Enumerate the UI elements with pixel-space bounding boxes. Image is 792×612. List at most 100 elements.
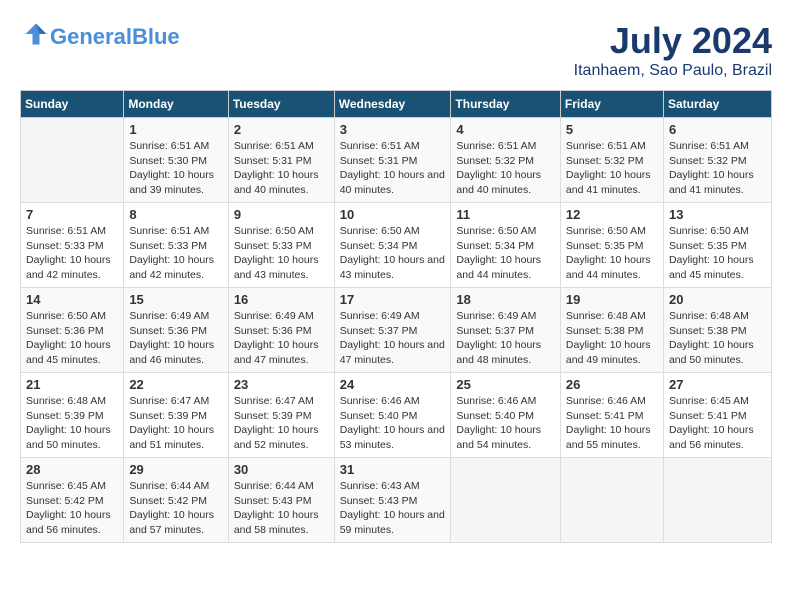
day-number: 12 bbox=[566, 207, 658, 222]
calendar-cell: 22 Sunrise: 6:47 AMSunset: 5:39 PMDaylig… bbox=[124, 373, 228, 458]
day-info: Sunrise: 6:51 AMSunset: 5:33 PMDaylight:… bbox=[129, 225, 214, 281]
day-info: Sunrise: 6:51 AMSunset: 5:33 PMDaylight:… bbox=[26, 225, 111, 281]
day-number: 9 bbox=[234, 207, 329, 222]
day-info: Sunrise: 6:47 AMSunset: 5:39 PMDaylight:… bbox=[234, 395, 319, 451]
calendar-cell: 16 Sunrise: 6:49 AMSunset: 5:36 PMDaylig… bbox=[228, 288, 334, 373]
calendar-cell bbox=[663, 458, 771, 543]
calendar-cell: 7 Sunrise: 6:51 AMSunset: 5:33 PMDayligh… bbox=[21, 203, 124, 288]
day-number: 3 bbox=[340, 122, 446, 137]
calendar-week-row: 7 Sunrise: 6:51 AMSunset: 5:33 PMDayligh… bbox=[21, 203, 772, 288]
calendar-cell: 12 Sunrise: 6:50 AMSunset: 5:35 PMDaylig… bbox=[560, 203, 663, 288]
calendar-week-row: 14 Sunrise: 6:50 AMSunset: 5:36 PMDaylig… bbox=[21, 288, 772, 373]
calendar-cell: 19 Sunrise: 6:48 AMSunset: 5:38 PMDaylig… bbox=[560, 288, 663, 373]
day-info: Sunrise: 6:50 AMSunset: 5:36 PMDaylight:… bbox=[26, 310, 111, 366]
calendar-cell bbox=[21, 118, 124, 203]
calendar-cell bbox=[560, 458, 663, 543]
calendar-cell: 31 Sunrise: 6:43 AMSunset: 5:43 PMDaylig… bbox=[334, 458, 451, 543]
day-number: 14 bbox=[26, 292, 118, 307]
calendar-cell: 11 Sunrise: 6:50 AMSunset: 5:34 PMDaylig… bbox=[451, 203, 561, 288]
calendar-cell: 10 Sunrise: 6:50 AMSunset: 5:34 PMDaylig… bbox=[334, 203, 451, 288]
calendar-cell: 5 Sunrise: 6:51 AMSunset: 5:32 PMDayligh… bbox=[560, 118, 663, 203]
calendar-cell: 20 Sunrise: 6:48 AMSunset: 5:38 PMDaylig… bbox=[663, 288, 771, 373]
day-info: Sunrise: 6:51 AMSunset: 5:31 PMDaylight:… bbox=[234, 140, 319, 196]
calendar-cell: 2 Sunrise: 6:51 AMSunset: 5:31 PMDayligh… bbox=[228, 118, 334, 203]
calendar-cell: 18 Sunrise: 6:49 AMSunset: 5:37 PMDaylig… bbox=[451, 288, 561, 373]
day-number: 15 bbox=[129, 292, 222, 307]
day-info: Sunrise: 6:49 AMSunset: 5:37 PMDaylight:… bbox=[456, 310, 541, 366]
day-number: 8 bbox=[129, 207, 222, 222]
calendar-cell: 1 Sunrise: 6:51 AMSunset: 5:30 PMDayligh… bbox=[124, 118, 228, 203]
calendar-cell: 21 Sunrise: 6:48 AMSunset: 5:39 PMDaylig… bbox=[21, 373, 124, 458]
calendar-cell: 28 Sunrise: 6:45 AMSunset: 5:42 PMDaylig… bbox=[21, 458, 124, 543]
day-info: Sunrise: 6:48 AMSunset: 5:39 PMDaylight:… bbox=[26, 395, 111, 451]
header-day: Friday bbox=[560, 91, 663, 118]
day-number: 2 bbox=[234, 122, 329, 137]
day-info: Sunrise: 6:50 AMSunset: 5:35 PMDaylight:… bbox=[669, 225, 754, 281]
calendar-cell: 25 Sunrise: 6:46 AMSunset: 5:40 PMDaylig… bbox=[451, 373, 561, 458]
day-number: 4 bbox=[456, 122, 555, 137]
calendar-cell: 17 Sunrise: 6:49 AMSunset: 5:37 PMDaylig… bbox=[334, 288, 451, 373]
day-info: Sunrise: 6:44 AMSunset: 5:43 PMDaylight:… bbox=[234, 480, 319, 536]
day-number: 28 bbox=[26, 462, 118, 477]
header-day: Thursday bbox=[451, 91, 561, 118]
day-info: Sunrise: 6:51 AMSunset: 5:31 PMDaylight:… bbox=[340, 140, 445, 196]
day-info: Sunrise: 6:51 AMSunset: 5:30 PMDaylight:… bbox=[129, 140, 214, 196]
day-number: 31 bbox=[340, 462, 446, 477]
logo-icon bbox=[22, 20, 50, 48]
day-number: 24 bbox=[340, 377, 446, 392]
day-info: Sunrise: 6:46 AMSunset: 5:41 PMDaylight:… bbox=[566, 395, 651, 451]
day-number: 30 bbox=[234, 462, 329, 477]
header-day: Saturday bbox=[663, 91, 771, 118]
calendar-cell: 24 Sunrise: 6:46 AMSunset: 5:40 PMDaylig… bbox=[334, 373, 451, 458]
calendar-cell: 9 Sunrise: 6:50 AMSunset: 5:33 PMDayligh… bbox=[228, 203, 334, 288]
calendar-table: SundayMondayTuesdayWednesdayThursdayFrid… bbox=[20, 90, 772, 543]
day-info: Sunrise: 6:50 AMSunset: 5:35 PMDaylight:… bbox=[566, 225, 651, 281]
calendar-cell bbox=[451, 458, 561, 543]
day-info: Sunrise: 6:49 AMSunset: 5:36 PMDaylight:… bbox=[234, 310, 319, 366]
calendar-cell: 23 Sunrise: 6:47 AMSunset: 5:39 PMDaylig… bbox=[228, 373, 334, 458]
header-day: Wednesday bbox=[334, 91, 451, 118]
calendar-header-row: SundayMondayTuesdayWednesdayThursdayFrid… bbox=[21, 91, 772, 118]
day-number: 22 bbox=[129, 377, 222, 392]
day-number: 25 bbox=[456, 377, 555, 392]
calendar-cell: 8 Sunrise: 6:51 AMSunset: 5:33 PMDayligh… bbox=[124, 203, 228, 288]
header-day: Sunday bbox=[21, 91, 124, 118]
day-number: 11 bbox=[456, 207, 555, 222]
day-number: 7 bbox=[26, 207, 118, 222]
logo-text: GeneralBlue bbox=[50, 26, 180, 48]
day-number: 6 bbox=[669, 122, 766, 137]
calendar-week-row: 1 Sunrise: 6:51 AMSunset: 5:30 PMDayligh… bbox=[21, 118, 772, 203]
calendar-cell: 15 Sunrise: 6:49 AMSunset: 5:36 PMDaylig… bbox=[124, 288, 228, 373]
day-number: 13 bbox=[669, 207, 766, 222]
day-number: 26 bbox=[566, 377, 658, 392]
day-info: Sunrise: 6:49 AMSunset: 5:36 PMDaylight:… bbox=[129, 310, 214, 366]
day-info: Sunrise: 6:43 AMSunset: 5:43 PMDaylight:… bbox=[340, 480, 445, 536]
day-number: 10 bbox=[340, 207, 446, 222]
calendar-cell: 26 Sunrise: 6:46 AMSunset: 5:41 PMDaylig… bbox=[560, 373, 663, 458]
calendar-cell: 13 Sunrise: 6:50 AMSunset: 5:35 PMDaylig… bbox=[663, 203, 771, 288]
calendar-cell: 3 Sunrise: 6:51 AMSunset: 5:31 PMDayligh… bbox=[334, 118, 451, 203]
calendar-cell: 29 Sunrise: 6:44 AMSunset: 5:42 PMDaylig… bbox=[124, 458, 228, 543]
location: Itanhaem, Sao Paulo, Brazil bbox=[574, 62, 772, 80]
month-title: July 2024 bbox=[574, 20, 772, 62]
day-info: Sunrise: 6:48 AMSunset: 5:38 PMDaylight:… bbox=[566, 310, 651, 366]
logo: GeneralBlue bbox=[20, 20, 180, 53]
day-number: 21 bbox=[26, 377, 118, 392]
day-number: 1 bbox=[129, 122, 222, 137]
day-number: 19 bbox=[566, 292, 658, 307]
calendar-cell: 27 Sunrise: 6:45 AMSunset: 5:41 PMDaylig… bbox=[663, 373, 771, 458]
day-info: Sunrise: 6:47 AMSunset: 5:39 PMDaylight:… bbox=[129, 395, 214, 451]
header-day: Monday bbox=[124, 91, 228, 118]
day-info: Sunrise: 6:45 AMSunset: 5:41 PMDaylight:… bbox=[669, 395, 754, 451]
title-block: July 2024 Itanhaem, Sao Paulo, Brazil bbox=[574, 20, 772, 80]
day-number: 27 bbox=[669, 377, 766, 392]
day-number: 5 bbox=[566, 122, 658, 137]
logo-general: General bbox=[50, 24, 132, 49]
day-info: Sunrise: 6:46 AMSunset: 5:40 PMDaylight:… bbox=[340, 395, 445, 451]
day-number: 20 bbox=[669, 292, 766, 307]
day-info: Sunrise: 6:45 AMSunset: 5:42 PMDaylight:… bbox=[26, 480, 111, 536]
day-info: Sunrise: 6:49 AMSunset: 5:37 PMDaylight:… bbox=[340, 310, 445, 366]
day-number: 29 bbox=[129, 462, 222, 477]
day-info: Sunrise: 6:50 AMSunset: 5:34 PMDaylight:… bbox=[456, 225, 541, 281]
day-info: Sunrise: 6:51 AMSunset: 5:32 PMDaylight:… bbox=[669, 140, 754, 196]
